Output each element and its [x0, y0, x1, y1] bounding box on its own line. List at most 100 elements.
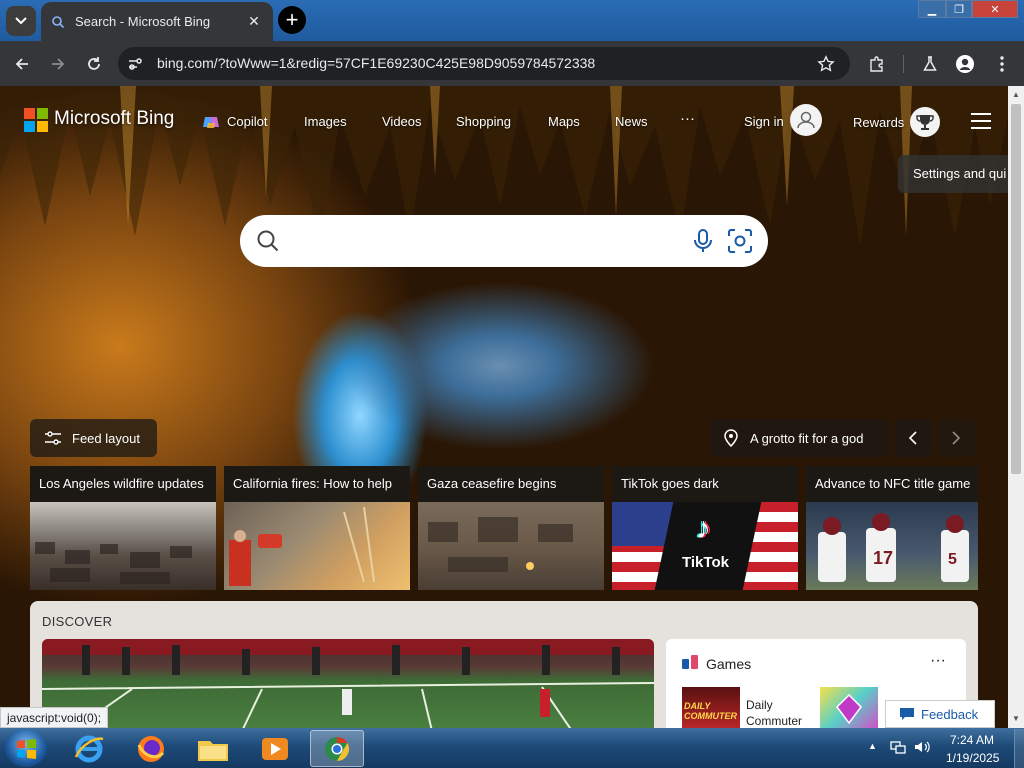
sign-in-link[interactable]: Sign in [744, 114, 784, 129]
new-tab-button[interactable]: + [278, 6, 306, 34]
feed-layout-button[interactable]: Feed layout [30, 419, 157, 457]
tiktok-note-icon: ♪ [696, 512, 711, 545]
extensions-button[interactable] [865, 52, 889, 76]
forward-button[interactable] [46, 52, 70, 76]
chevron-left-icon [908, 431, 917, 445]
toolbar-divider [903, 55, 904, 73]
news-card-title: Los Angeles wildfire updates [30, 466, 216, 502]
games-icon [682, 655, 698, 669]
file-explorer-taskbar-icon[interactable] [186, 730, 240, 767]
browser-menu-button[interactable] [990, 52, 1014, 76]
settings-tooltip: Settings and qui [898, 155, 1008, 193]
nav-news[interactable]: News [615, 114, 648, 129]
reload-button[interactable] [82, 52, 106, 76]
chrome-taskbar-icon[interactable] [310, 730, 364, 767]
nav-shopping[interactable]: Shopping [456, 114, 511, 129]
previous-image-button[interactable] [894, 419, 932, 457]
speech-bubble-icon [900, 708, 914, 720]
nav-copilot[interactable]: Copilot [227, 114, 267, 129]
nav-maps[interactable]: Maps [548, 114, 580, 129]
news-card-image [224, 502, 410, 590]
internet-explorer-taskbar-icon[interactable] [62, 730, 116, 767]
profile-button[interactable] [953, 52, 977, 76]
feature-story-image[interactable] [42, 639, 654, 731]
news-card[interactable]: Gaza ceasefire begins [418, 466, 604, 590]
microphone-icon[interactable] [692, 228, 714, 254]
search-favicon-icon [52, 15, 65, 28]
labs-button[interactable] [918, 52, 942, 76]
visual-search-icon[interactable] [727, 228, 753, 254]
games-more-button[interactable]: ··· [930, 652, 946, 670]
location-pin-icon [724, 429, 738, 447]
close-window-button[interactable]: ✕ [972, 0, 1018, 18]
nav-more-button[interactable]: ··· [680, 110, 695, 127]
close-tab-icon[interactable]: ✕ [245, 13, 263, 31]
rewards-link[interactable]: Rewards [853, 115, 904, 130]
clock-time[interactable]: 7:24 AM [950, 733, 994, 747]
site-info-icon[interactable] [126, 55, 144, 73]
firefox-taskbar-icon[interactable] [124, 730, 178, 767]
sliders-icon [45, 431, 61, 445]
nav-images[interactable]: Images [304, 114, 347, 129]
news-card[interactable]: Los Angeles wildfire updates [30, 466, 216, 590]
news-card-title: TikTok goes dark [612, 466, 798, 502]
windows-logo-icon [17, 739, 36, 759]
avatar[interactable] [790, 104, 822, 136]
arrow-left-icon [15, 58, 28, 70]
nav-videos[interactable]: Videos [382, 114, 422, 129]
microsoft-logo-icon[interactable] [24, 108, 48, 132]
feedback-button[interactable]: Feedback [885, 700, 995, 728]
network-icon[interactable] [890, 740, 906, 754]
game-title-line1: Daily [746, 698, 773, 712]
clock-date[interactable]: 1/19/2025 [946, 751, 999, 765]
news-card-image [30, 502, 216, 590]
news-card[interactable]: California fires: How to help [224, 466, 410, 590]
scroll-up-icon[interactable]: ▲ [1010, 90, 1022, 100]
svg-text:17: 17 [873, 548, 893, 568]
news-card-title: California fires: How to help [224, 466, 410, 502]
image-caption: A grotto fit for a god [750, 430, 864, 446]
game-thumbnail[interactable] [820, 687, 878, 728]
bookmark-star-button[interactable] [814, 52, 838, 76]
search-icon [256, 229, 280, 253]
feed-layout-label: Feed layout [72, 430, 140, 446]
svg-text:5: 5 [948, 551, 957, 568]
restore-window-button[interactable]: ❐ [946, 0, 972, 18]
show-desktop-button[interactable] [1014, 729, 1024, 768]
reload-icon [88, 57, 100, 70]
chevron-down-icon [15, 17, 27, 25]
brand-wordmark[interactable]: Microsoft Bing [54, 108, 174, 130]
browser-tab[interactable]: Search - Microsoft Bing ✕ [41, 2, 273, 41]
scrollbar-thumb[interactable] [1011, 104, 1021, 474]
games-title: Games [706, 656, 752, 672]
hamburger-menu-button[interactable] [970, 112, 992, 130]
minimize-window-button[interactable]: ▁ [918, 0, 946, 18]
back-button[interactable] [10, 52, 34, 76]
search-input[interactable] [290, 226, 680, 256]
image-caption-button[interactable]: A grotto fit for a god [710, 419, 889, 457]
scroll-down-icon[interactable]: ▼ [1010, 714, 1022, 724]
feedback-label: Feedback [921, 706, 979, 722]
news-card-image: 17 5 [806, 502, 978, 590]
flask-icon [923, 56, 937, 71]
daily-commuter-thumbnail[interactable]: DAILY COMMUTER [682, 687, 740, 731]
news-card[interactable]: Advance to NFC title game 17 5 [806, 466, 978, 590]
puzzle-icon [870, 56, 883, 72]
game-title-line2: Commuter [746, 714, 803, 728]
status-bar: javascript:void(0); [0, 707, 109, 728]
next-image-button[interactable] [937, 419, 975, 457]
discover-heading: DISCOVER [42, 614, 113, 629]
tab-search-button[interactable] [6, 6, 36, 36]
media-player-taskbar-icon[interactable] [248, 730, 302, 767]
rewards-button[interactable] [910, 107, 940, 137]
chevron-right-icon [952, 431, 961, 445]
kebab-menu-icon [1000, 56, 1004, 72]
user-icon [797, 111, 815, 129]
show-hidden-icons-button[interactable]: ▲ [868, 741, 878, 751]
url-text[interactable]: bing.com/?toWww=1&redig=57CF1E69230C425E… [157, 55, 595, 71]
news-card[interactable]: TikTok goes dark TikTok ♪ [612, 466, 798, 590]
start-button[interactable] [5, 729, 47, 767]
tiktok-logo-text: TikTok [682, 554, 729, 571]
tab-title: Search - Microsoft Bing [75, 14, 211, 29]
volume-icon[interactable] [914, 740, 930, 754]
